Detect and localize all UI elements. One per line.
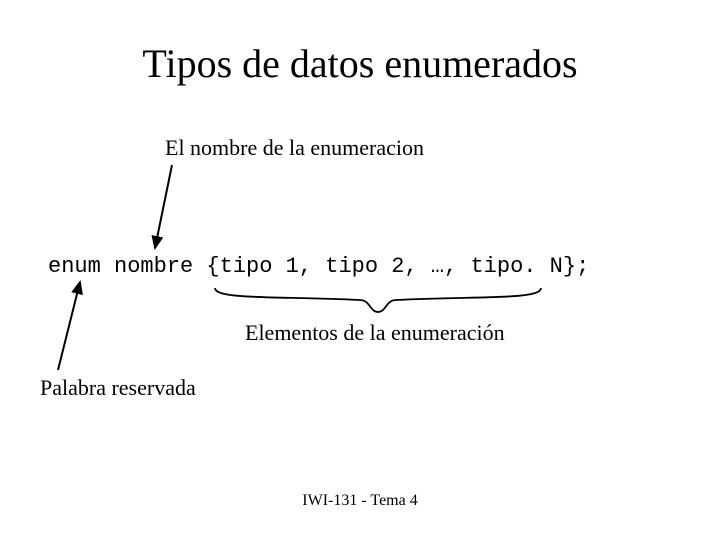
arrow-name bbox=[155, 165, 172, 248]
brace-elements bbox=[215, 288, 541, 312]
label-elements: Elementos de la enumeración bbox=[245, 320, 505, 346]
label-name: El nombre de la enumeracion bbox=[165, 135, 424, 161]
label-reserved-word: Palabra reservada bbox=[40, 375, 196, 401]
slide-title: Tipos de datos enumerados bbox=[0, 40, 720, 87]
code-line: enum nombre {tipo 1, tipo 2, …, tipo. N}… bbox=[48, 254, 589, 279]
arrow-reserved bbox=[58, 282, 80, 370]
slide-footer: IWI-131 - Tema 4 bbox=[0, 492, 720, 510]
